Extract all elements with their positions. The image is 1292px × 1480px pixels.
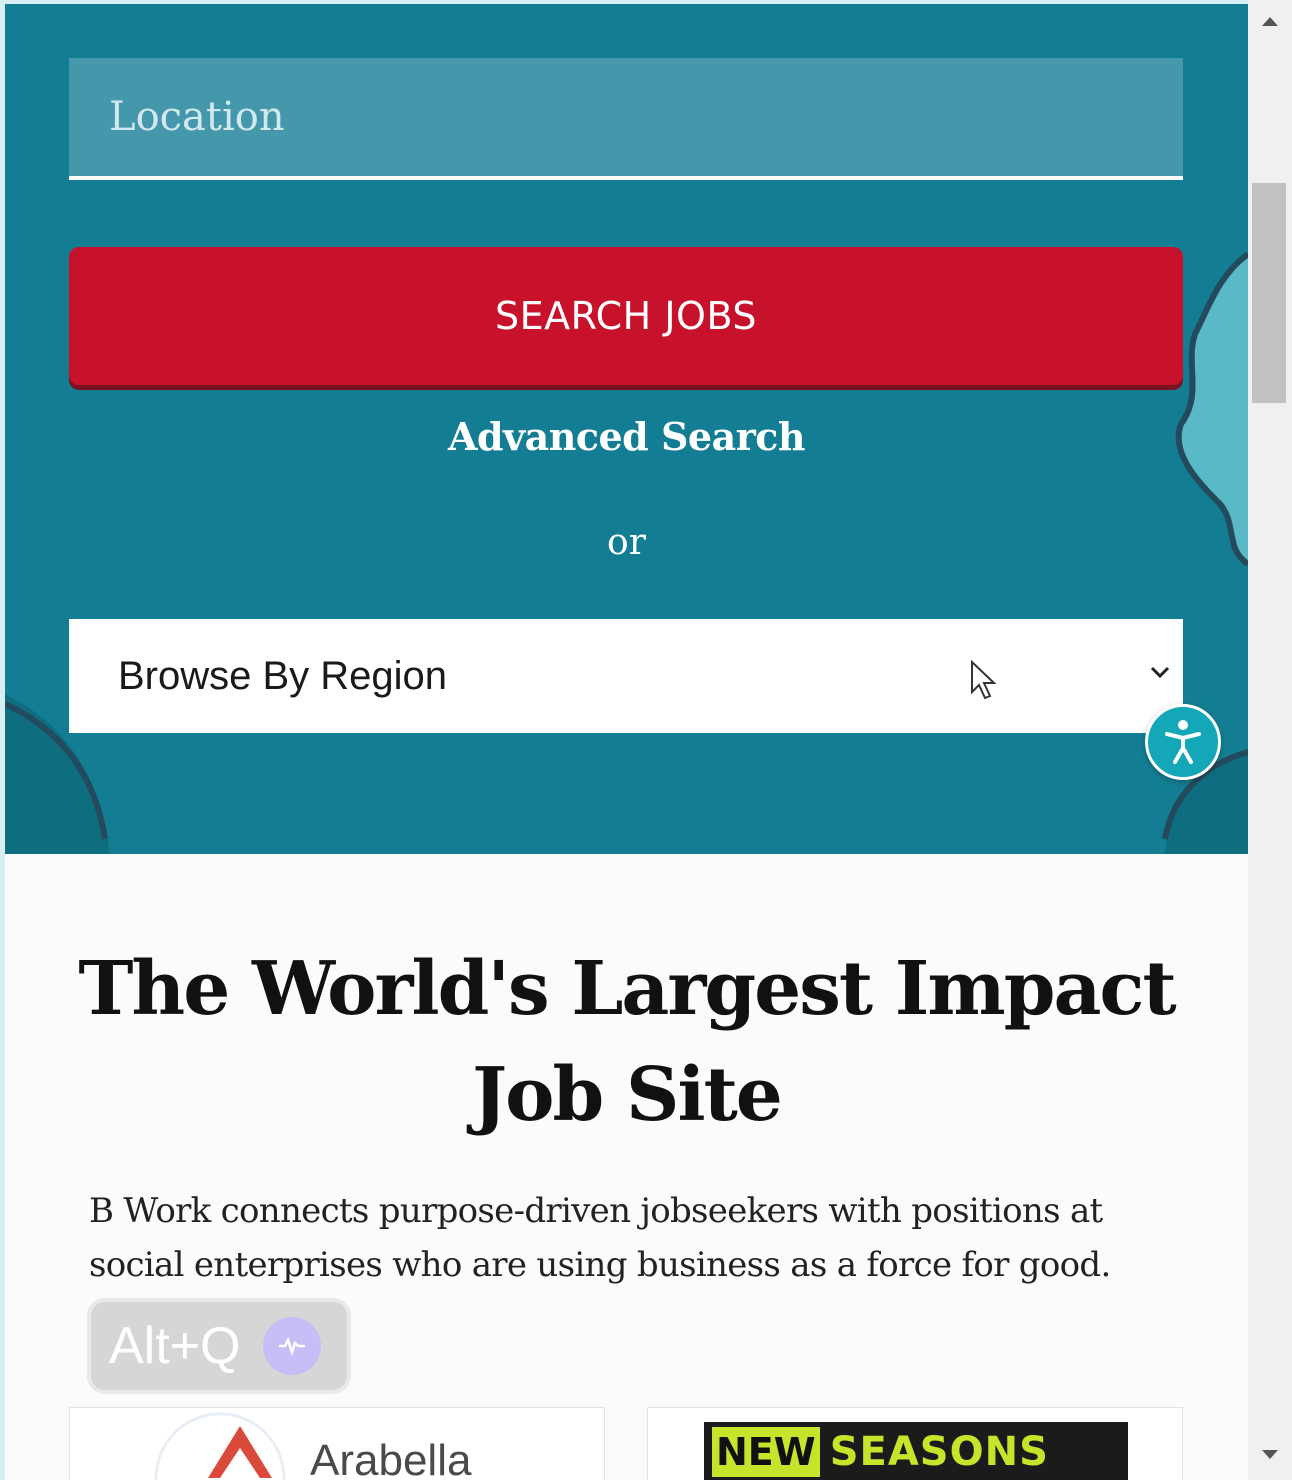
site-tagline: B Work connects purpose-driven jobseeker… <box>89 1191 1111 1285</box>
new-seasons-word-seasons: SEASONS <box>829 1429 1049 1475</box>
page-viewport: SEARCH JOBS Advanced Search or Browse By… <box>5 4 1248 1480</box>
new-seasons-word-new: NEW <box>712 1427 820 1477</box>
page-headline: The World's Largest Impact Job Site <box>78 946 1176 1138</box>
accessibility-icon <box>1165 720 1201 764</box>
scrollbar-thumb[interactable] <box>1252 183 1286 403</box>
hero-search-section: SEARCH JOBS Advanced Search or Browse By… <box>5 4 1248 854</box>
accessibility-button[interactable] <box>1145 704 1221 780</box>
voice-wave-icon <box>262 1317 321 1375</box>
advanced-search-link[interactable]: Advanced Search <box>5 414 1248 459</box>
arabella-name: Arabella <box>310 1436 472 1480</box>
partner-card-new-seasons[interactable]: NEW SEASONS <box>647 1407 1183 1480</box>
mouse-cursor-icon <box>971 660 997 700</box>
chevron-down-icon <box>1150 666 1170 679</box>
hotkey-label: Alt+Q <box>109 1317 241 1375</box>
search-jobs-button[interactable]: SEARCH JOBS <box>69 247 1183 385</box>
partner-card-arabella[interactable]: Arabella <box>69 1407 605 1480</box>
browse-by-region-select[interactable]: Browse By Region <box>69 619 1183 733</box>
region-select-value: Browse By Region <box>118 653 448 698</box>
arabella-logo-icon <box>154 1412 286 1480</box>
voice-assistant-hotkey-badge[interactable]: Alt+Q <box>87 1298 351 1394</box>
scroll-down-arrow-icon[interactable] <box>1260 1448 1280 1462</box>
location-input[interactable] <box>69 58 1183 180</box>
new-seasons-logo: NEW SEASONS <box>704 1422 1128 1480</box>
vertical-scrollbar[interactable] <box>1248 0 1292 1480</box>
scroll-up-arrow-icon[interactable] <box>1260 14 1280 28</box>
or-separator: or <box>607 522 646 563</box>
